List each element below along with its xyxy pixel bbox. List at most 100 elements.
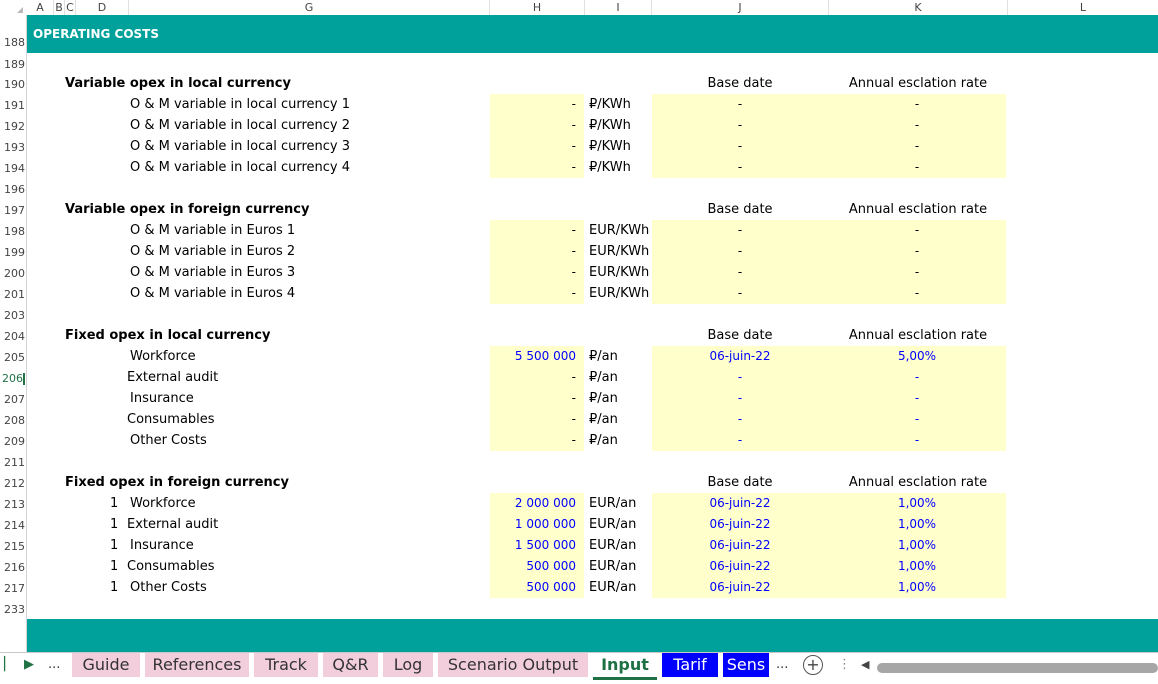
escalation-rate-cell[interactable]: -	[829, 139, 1005, 153]
scroll-left-icon[interactable]: ◀	[861, 658, 869, 671]
column-header-b[interactable]: B	[54, 0, 65, 15]
row-number[interactable]: 209	[0, 436, 25, 448]
row-number[interactable]: 196	[0, 184, 25, 196]
column-header-a[interactable]: A	[27, 0, 54, 15]
row-number[interactable]: 203	[0, 310, 25, 322]
base-date-cell[interactable]: -	[652, 265, 828, 279]
base-date-cell[interactable]: 06-juin-22	[652, 580, 828, 594]
flag-cell[interactable]: 1	[110, 559, 118, 574]
base-date-cell[interactable]: 06-juin-22	[652, 349, 828, 363]
column-header-i[interactable]: I	[585, 0, 652, 15]
row-number[interactable]: 215	[0, 541, 25, 553]
escalation-rate-cell[interactable]: -	[829, 223, 1005, 237]
base-date-cell[interactable]: -	[652, 370, 828, 384]
base-date-cell[interactable]: -	[652, 160, 828, 174]
escalation-rate-cell[interactable]: -	[829, 286, 1005, 300]
horizontal-scrollbar[interactable]	[877, 663, 1158, 673]
row-number[interactable]: 198	[0, 226, 25, 238]
tab-log[interactable]: Log	[383, 653, 433, 677]
row-number-selected[interactable]: 206	[0, 373, 25, 385]
add-sheet-icon[interactable]: +	[803, 655, 823, 675]
base-date-cell[interactable]: -	[652, 244, 828, 258]
column-header-k[interactable]: K	[829, 0, 1008, 15]
tab-guide[interactable]: Guide	[72, 653, 140, 677]
tab-references[interactable]: References	[145, 653, 249, 677]
row-number[interactable]: 211	[0, 457, 25, 469]
escalation-rate-cell[interactable]: -	[829, 118, 1005, 132]
flag-cell[interactable]: 1	[110, 538, 118, 553]
tab-input[interactable]: Input	[593, 653, 657, 680]
escalation-rate-cell[interactable]: 1,00%	[829, 517, 1005, 531]
tab-scenario-output[interactable]: Scenario Output	[438, 653, 588, 677]
tab-tarif[interactable]: Tarif	[662, 653, 718, 677]
value-cell[interactable]: 2 000 000	[490, 496, 576, 510]
value-cell[interactable]: -	[490, 160, 576, 174]
value-cell[interactable]: -	[490, 265, 576, 279]
value-cell[interactable]: 500 000	[490, 580, 576, 594]
tab-q-and-r[interactable]: Q&R	[323, 653, 378, 677]
escalation-rate-cell[interactable]: 1,00%	[829, 580, 1005, 594]
row-number[interactable]: 188	[0, 37, 25, 49]
base-date-cell[interactable]: -	[652, 412, 828, 426]
value-cell[interactable]: -	[490, 139, 576, 153]
base-date-cell[interactable]: -	[652, 286, 828, 300]
row-number[interactable]: 193	[0, 142, 25, 154]
value-cell[interactable]: -	[490, 433, 576, 447]
row-number[interactable]: 194	[0, 163, 25, 175]
column-header-h[interactable]: H	[490, 0, 585, 15]
row-number[interactable]: 214	[0, 520, 25, 532]
base-date-cell[interactable]: -	[652, 97, 828, 111]
value-cell[interactable]: 500 000	[490, 559, 576, 573]
more-sheets-left[interactable]: ...	[48, 657, 60, 672]
first-sheet-icon[interactable]: ▏	[4, 657, 14, 672]
row-number[interactable]: 192	[0, 121, 25, 133]
base-date-cell[interactable]: -	[652, 391, 828, 405]
escalation-rate-cell[interactable]: 5,00%	[829, 349, 1005, 363]
tab-sens[interactable]: Sens	[723, 653, 769, 677]
select-all-corner[interactable]	[0, 0, 26, 15]
value-cell[interactable]: -	[490, 412, 576, 426]
row-number[interactable]: 200	[0, 268, 25, 280]
value-cell[interactable]: 1 500 000	[490, 538, 576, 552]
row-number[interactable]: 216	[0, 562, 25, 574]
escalation-rate-cell[interactable]: 1,00%	[829, 496, 1005, 510]
value-cell[interactable]: -	[490, 244, 576, 258]
row-number[interactable]: 197	[0, 205, 25, 217]
column-header-c[interactable]: C	[65, 0, 76, 15]
value-cell[interactable]: -	[490, 286, 576, 300]
escalation-rate-cell[interactable]: -	[829, 391, 1005, 405]
splitter-handle-icon[interactable]: ⋮	[838, 657, 851, 672]
base-date-cell[interactable]: 06-juin-22	[652, 517, 828, 531]
value-cell[interactable]: 1 000 000	[490, 517, 576, 531]
value-cell[interactable]: -	[490, 391, 576, 405]
value-cell[interactable]: -	[490, 370, 576, 384]
row-number[interactable]: 217	[0, 583, 25, 595]
row-number[interactable]: 213	[0, 499, 25, 511]
row-number[interactable]: 205	[0, 352, 25, 364]
escalation-rate-cell[interactable]: 1,00%	[829, 559, 1005, 573]
row-number[interactable]: 207	[0, 394, 25, 406]
value-cell[interactable]: -	[490, 118, 576, 132]
flag-cell[interactable]: 1	[110, 517, 118, 532]
base-date-cell[interactable]: 06-juin-22	[652, 538, 828, 552]
escalation-rate-cell[interactable]: -	[829, 265, 1005, 279]
base-date-cell[interactable]: -	[652, 139, 828, 153]
row-number[interactable]: 233	[0, 604, 25, 616]
row-number[interactable]: 204	[0, 331, 25, 343]
base-date-cell[interactable]: -	[652, 433, 828, 447]
next-sheet-icon[interactable]: ▶	[24, 657, 34, 672]
row-number[interactable]: 208	[0, 415, 25, 427]
value-cell[interactable]: -	[490, 223, 576, 237]
base-date-cell[interactable]: -	[652, 223, 828, 237]
tab-track[interactable]: Track	[254, 653, 318, 677]
row-number[interactable]: 201	[0, 289, 25, 301]
row-number[interactable]: 191	[0, 100, 25, 112]
column-header-g[interactable]: G	[129, 0, 490, 15]
row-number[interactable]: 199	[0, 247, 25, 259]
escalation-rate-cell[interactable]: -	[829, 244, 1005, 258]
column-header-l[interactable]: L	[1008, 0, 1158, 15]
escalation-rate-cell[interactable]: -	[829, 370, 1005, 384]
column-header-d[interactable]: D	[76, 0, 129, 15]
escalation-rate-cell[interactable]: -	[829, 160, 1005, 174]
escalation-rate-cell[interactable]: -	[829, 97, 1005, 111]
